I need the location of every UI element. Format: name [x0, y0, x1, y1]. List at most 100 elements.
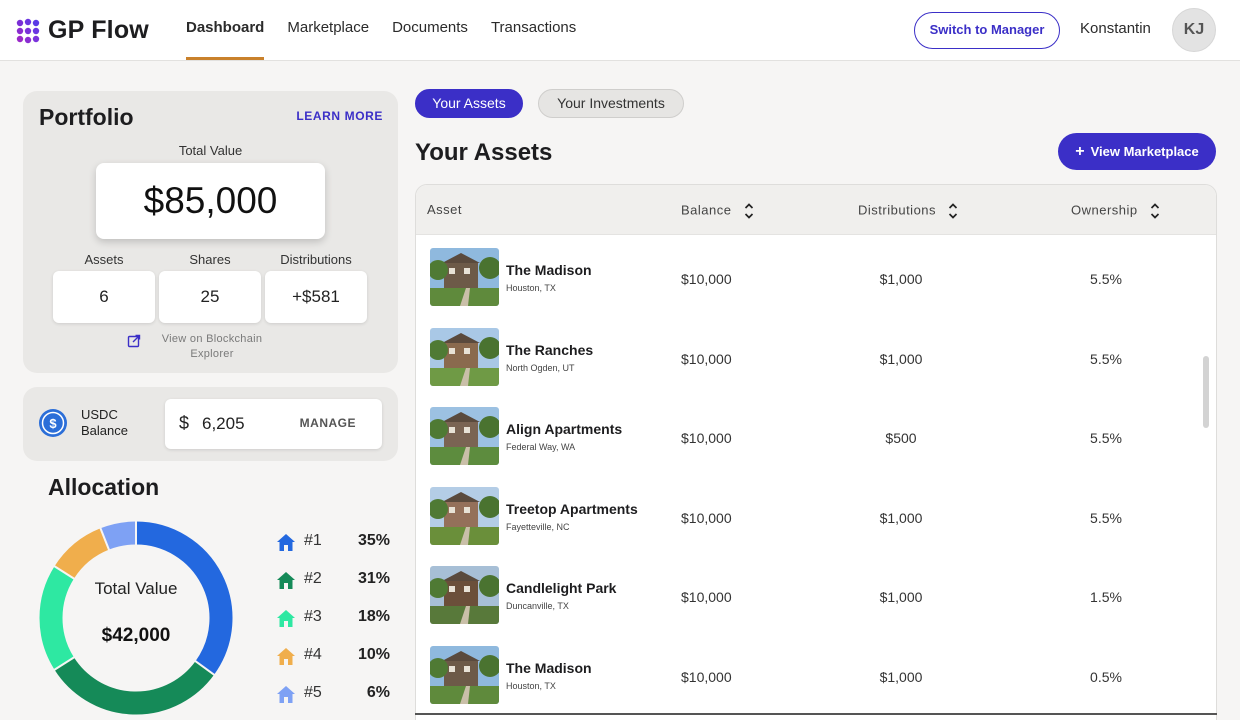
blockchain-explorer-link[interactable]: View on Blockchain Explorer	[127, 332, 267, 362]
nav-marketplace[interactable]: Marketplace	[287, 0, 369, 61]
asset-location: Fayetteville, NC	[506, 521, 570, 532]
legend-rank: #1	[304, 532, 322, 549]
portfolio-title: Portfolio	[39, 104, 134, 130]
view-marketplace-label: View Marketplace	[1090, 144, 1199, 159]
usdc-balance-card: $ USDC Balance $ 6,205 MANAGE	[23, 387, 398, 461]
external-link-icon	[127, 334, 141, 348]
table-bottom-border	[415, 713, 1217, 715]
column-balance[interactable]: Balance	[681, 202, 754, 220]
ownership-cell: 0.5%	[1090, 668, 1122, 685]
view-marketplace-button[interactable]: + View Marketplace	[1058, 133, 1216, 170]
switch-to-manager-button[interactable]: Switch to Manager	[914, 12, 1060, 49]
allocation-legend-item: #3 18%	[275, 607, 395, 629]
app-logo[interactable]: GP Flow	[16, 16, 149, 45]
asset-location: Federal Way, WA	[506, 442, 576, 452]
column-distributions[interactable]: Distributions	[858, 202, 958, 220]
table-row[interactable]: The Madison Houston, TX $10,000 $1,000 0.5%	[416, 635, 1216, 715]
table-row[interactable]: The Madison Houston, TX $10,000 $1,000 5.5%	[416, 237, 1216, 317]
distributions-cell: $1,000	[879, 668, 923, 685]
sort-icon[interactable]	[744, 202, 754, 220]
asset-thumbnail	[430, 327, 499, 386]
svg-text:$: $	[49, 416, 57, 431]
sort-icon[interactable]	[1150, 202, 1160, 220]
balance-cell: $10,000	[681, 589, 732, 605]
asset-location: North Ogden, UT	[506, 362, 575, 373]
column-distributions-label: Distributions	[858, 202, 937, 218]
distributions-cell: $1,000	[879, 271, 923, 287]
asset-location: Houston, TX	[506, 283, 556, 293]
column-ownership[interactable]: Ownership	[1071, 202, 1160, 220]
legend-percent: 18%	[357, 608, 390, 625]
table-row[interactable]: The Ranches North Ogden, UT $10,000 $1,000 5…	[416, 317, 1216, 397]
house-icon	[277, 572, 295, 589]
balance-cell: $10,000	[681, 271, 732, 287]
nav-documents[interactable]: Documents	[392, 0, 468, 61]
asset-name[interactable]: The Madison	[506, 262, 592, 278]
table-scrollbar[interactable]	[1203, 356, 1209, 428]
asset-location: Duncanville, TX	[506, 601, 569, 611]
logo-dots-icon	[16, 18, 40, 43]
ownership-cell: 5.5%	[1090, 509, 1122, 526]
column-balance-label: Balance	[681, 202, 732, 218]
distributions-total: +$581	[265, 271, 367, 323]
total-value-label: Total Value	[178, 143, 243, 158]
allocation-legend-item: #1 35%	[275, 531, 395, 553]
house-icon	[277, 686, 295, 703]
usdc-balance-box: $ 6,205 MANAGE	[165, 399, 382, 449]
house-icon	[277, 610, 295, 627]
asset-name[interactable]: Treetop Apartments	[506, 501, 638, 517]
table-header: Asset Balance Distributions Ownership	[416, 185, 1216, 235]
shares-count: 25	[159, 271, 261, 323]
table-row[interactable]: Align Apartments Federal Way, WA $10,000 $5…	[416, 396, 1216, 476]
tab-your-assets[interactable]: Your Assets	[415, 89, 523, 118]
asset-location: Houston, TX	[506, 680, 556, 691]
manage-button[interactable]: MANAGE	[300, 416, 356, 430]
ownership-cell: 1.5%	[1090, 589, 1122, 605]
usdc-value: 6,205	[202, 414, 245, 433]
distributions-cell: $1,000	[879, 589, 923, 605]
distributions-cell: $1,000	[879, 350, 923, 367]
top-header: GP Flow Dashboard Marketplace Documents …	[0, 0, 1240, 61]
donut-center-value: $42,000	[101, 625, 171, 646]
table-row[interactable]: Treetop Apartments Fayetteville, NC $10,00…	[416, 476, 1216, 556]
plus-icon: +	[1075, 143, 1085, 160]
learn-more-link[interactable]: LEARN MORE	[296, 109, 383, 123]
balance-cell: $10,000	[681, 668, 732, 685]
sort-icon[interactable]	[948, 202, 958, 220]
legend-percent: 10%	[357, 646, 390, 663]
legend-rank: #5	[304, 684, 322, 701]
asset-thumbnail	[430, 486, 499, 545]
assets-label: Assets	[84, 252, 124, 267]
assets-count: 6	[53, 271, 155, 323]
main-nav: Dashboard Marketplace Documents Transact…	[186, 0, 599, 61]
balance-cell: $10,000	[681, 350, 732, 367]
asset-name[interactable]: Candlelight Park	[506, 580, 616, 596]
tab-your-investments[interactable]: Your Investments	[538, 89, 684, 118]
avatar[interactable]: KJ	[1172, 8, 1216, 52]
asset-thumbnail	[430, 248, 499, 306]
usdc-coin-icon: $	[39, 409, 67, 437]
user-name[interactable]: Konstantin	[1080, 20, 1151, 37]
house-icon	[277, 534, 295, 551]
table-row[interactable]: Candlelight Park Duncanville, TX $10,000 $1…	[416, 555, 1216, 635]
ownership-cell: 5.5%	[1090, 430, 1122, 446]
house-icon	[277, 648, 295, 665]
allocation-legend-item: #4 10%	[275, 645, 395, 667]
asset-name[interactable]: Align Apartments	[506, 421, 622, 437]
allocation-title: Allocation	[48, 474, 160, 500]
nav-transactions[interactable]: Transactions	[491, 0, 576, 61]
distributions-cell: $1,000	[879, 509, 923, 526]
total-value: $85,000	[96, 163, 325, 239]
asset-name[interactable]: The Ranches	[506, 342, 593, 358]
asset-name[interactable]: The Madison	[506, 660, 592, 676]
legend-rank: #2	[304, 570, 322, 587]
donut-center-label: Total Value	[94, 579, 178, 598]
usdc-label: USDC Balance	[81, 407, 128, 438]
assets-table: Asset Balance Distributions Ownership Th…	[415, 184, 1217, 720]
shares-label: Shares	[189, 252, 231, 267]
distributions-label: Distributions	[280, 252, 352, 267]
nav-dashboard[interactable]: Dashboard	[186, 0, 265, 61]
donut-center: Total Value $42,000	[39, 521, 233, 715]
column-asset: Asset	[427, 202, 463, 217]
allocation-legend-item: #2 31%	[275, 569, 395, 591]
